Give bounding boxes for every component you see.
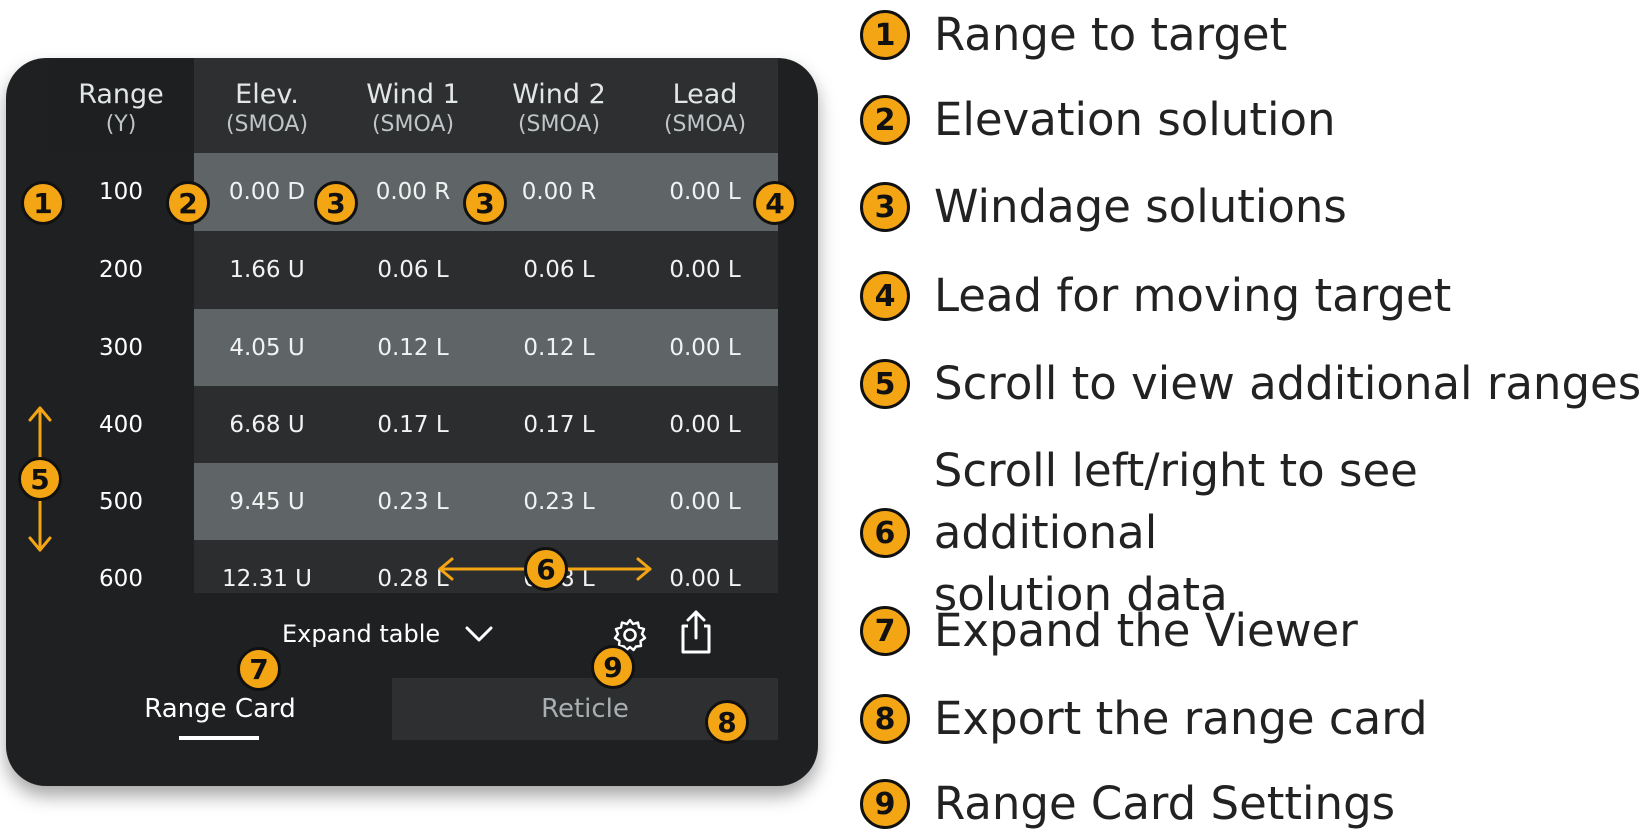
elevation-cell: 6.68 U bbox=[229, 412, 305, 438]
callout-badge-2: 2 bbox=[166, 181, 210, 225]
callout-badge-3: 3 bbox=[314, 181, 358, 225]
legend-text: Elevation solution bbox=[934, 93, 1336, 146]
legend-number: 3 bbox=[860, 182, 910, 232]
legend-item: 8 Export the range card bbox=[860, 688, 1428, 750]
range-cell: 300 bbox=[48, 309, 194, 387]
legend-number: 6 bbox=[860, 508, 910, 558]
legend-item: 1 Range to target bbox=[860, 4, 1287, 66]
tab-bar: Range Card Reticle bbox=[48, 678, 778, 784]
column-header-lead: Lead (SMOA) bbox=[632, 58, 778, 160]
legend-text: Range to target bbox=[934, 8, 1288, 61]
wind2-cell: 0.23 L bbox=[523, 489, 595, 515]
tab-range-card[interactable]: Range Card bbox=[48, 678, 392, 740]
column-header-range: Range (Y) bbox=[48, 58, 194, 160]
table-row: 500 9.45 U 0.23 L 0.23 L 0.00 L bbox=[48, 463, 778, 543]
lead-cell: 0.00 L bbox=[669, 489, 741, 515]
table-row: 100 0.00 D 0.00 R 0.00 R 0.00 L bbox=[48, 153, 778, 233]
elevation-cell: 1.66 U bbox=[229, 257, 305, 283]
legend-number: 8 bbox=[860, 694, 910, 744]
legend-item: 4 Lead for moving target bbox=[860, 265, 1451, 327]
elevation-cell: 4.05 U bbox=[229, 335, 305, 361]
elevation-cell: 9.45 U bbox=[229, 489, 305, 515]
lead-cell: 0.00 L bbox=[669, 257, 741, 283]
wind2-cell: 0.00 R bbox=[521, 179, 597, 205]
chevron-down-icon bbox=[465, 626, 493, 642]
range-cell: 400 bbox=[48, 386, 194, 464]
expand-table-label: Expand table bbox=[282, 620, 441, 648]
legend-number: 1 bbox=[860, 10, 910, 60]
table-header: Range (Y) Elev. (SMOA) Wind 1 (SMOA) Win… bbox=[48, 58, 778, 162]
callout-badge-4: 4 bbox=[753, 181, 797, 225]
column-name: Range bbox=[78, 79, 164, 110]
column-unit: (SMOA) bbox=[517, 112, 601, 137]
legend-item: 3 Windage solutions bbox=[860, 176, 1347, 238]
table-row: 200 1.66 U 0.06 L 0.06 L 0.00 L bbox=[48, 231, 778, 311]
legend-text: Export the range card bbox=[934, 692, 1428, 745]
legend-text: Scroll left/right to see additional solu… bbox=[934, 440, 1652, 626]
column-header-wind2: Wind 2 (SMOA) bbox=[486, 58, 632, 160]
wind2-cell: 0.06 L bbox=[523, 257, 595, 283]
wind1-cell: 0.00 R bbox=[375, 179, 451, 205]
table-row: 400 6.68 U 0.17 L 0.17 L 0.00 L bbox=[48, 386, 778, 466]
callout-badge-6: 6 bbox=[524, 547, 568, 591]
legend-item: 2 Elevation solution bbox=[860, 89, 1336, 151]
callout-badge-7: 7 bbox=[237, 647, 281, 691]
lead-cell: 0.00 L bbox=[669, 335, 741, 361]
range-cell: 200 bbox=[48, 231, 194, 309]
callout-badge-1: 1 bbox=[21, 181, 65, 225]
column-unit: (SMOA) bbox=[225, 112, 309, 137]
range-cell: 500 bbox=[48, 463, 194, 541]
column-header-elevation: Elev. (SMOA) bbox=[194, 58, 340, 160]
column-name: Wind 2 bbox=[512, 79, 606, 110]
wind2-cell: 0.12 L bbox=[523, 335, 595, 361]
legend-text: Scroll to view additional ranges bbox=[934, 357, 1642, 410]
column-unit: (SMOA) bbox=[371, 112, 455, 137]
legend-number: 5 bbox=[860, 359, 910, 409]
legend-number: 2 bbox=[860, 95, 910, 145]
expand-table-button[interactable]: Expand table bbox=[282, 613, 494, 655]
legend-item: 5 Scroll to view additional ranges bbox=[860, 353, 1641, 415]
legend-text: Expand the Viewer bbox=[934, 604, 1358, 657]
callout-badge-5: 5 bbox=[18, 457, 62, 501]
share-icon[interactable] bbox=[674, 608, 718, 656]
legend-item: 9 Range Card Settings bbox=[860, 773, 1395, 835]
callout-badge-8: 8 bbox=[705, 700, 749, 744]
wind1-cell: 0.06 L bbox=[377, 257, 449, 283]
legend-text-line1: Scroll left/right to see additional bbox=[933, 444, 1418, 559]
column-header-wind1: Wind 1 (SMOA) bbox=[340, 58, 486, 160]
legend-item: 6 Scroll left/right to see additional so… bbox=[860, 440, 1652, 626]
legend-text: Lead for moving target bbox=[934, 269, 1452, 322]
active-tab-indicator bbox=[179, 736, 259, 740]
wind2-cell: 0.17 L bbox=[523, 412, 595, 438]
column-unit: (SMOA) bbox=[663, 112, 747, 137]
range-card-device: Range (Y) Elev. (SMOA) Wind 1 (SMOA) Win… bbox=[6, 58, 818, 786]
lead-cell: 0.00 L bbox=[669, 412, 741, 438]
wind1-cell: 0.23 L bbox=[377, 489, 449, 515]
column-name: Wind 1 bbox=[366, 79, 460, 110]
legend-number: 4 bbox=[860, 271, 910, 321]
column-name: Elev. bbox=[235, 79, 299, 110]
column-unit: (Y) bbox=[105, 112, 137, 137]
legend-item: 7 Expand the Viewer bbox=[860, 600, 1358, 662]
column-name: Lead bbox=[672, 79, 738, 110]
legend-number: 7 bbox=[860, 606, 910, 656]
table-row: 300 4.05 U 0.12 L 0.12 L 0.00 L bbox=[48, 309, 778, 389]
legend-text: Range Card Settings bbox=[934, 777, 1396, 830]
callout-badge-3b: 3 bbox=[463, 181, 507, 225]
table-footer: Expand table bbox=[48, 593, 778, 685]
legend-number: 9 bbox=[860, 779, 910, 829]
callout-badge-9: 9 bbox=[591, 645, 635, 689]
wind1-cell: 0.17 L bbox=[377, 412, 449, 438]
wind1-cell: 0.12 L bbox=[377, 335, 449, 361]
legend-text: Windage solutions bbox=[934, 180, 1347, 233]
